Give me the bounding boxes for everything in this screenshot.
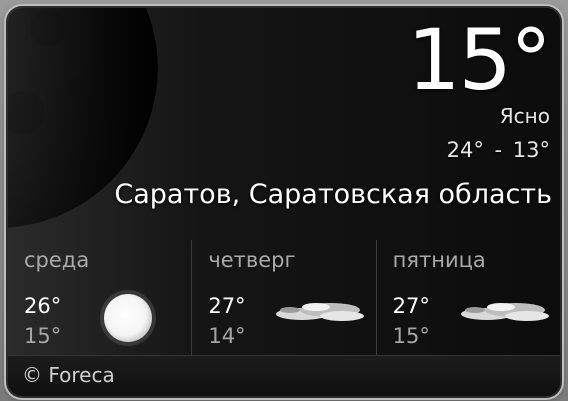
forecast-day: четверг 27° 14°	[191, 240, 375, 356]
forecast-day: пятница 27° 15°	[375, 240, 560, 356]
current-conditions: 15° Ясно 24° - 13°	[407, 11, 552, 164]
low-temperature: 15°	[24, 324, 62, 348]
day-name: среда	[24, 248, 90, 272]
low-temperature: 15°	[392, 324, 430, 348]
cloud-icon	[460, 303, 549, 321]
day-name: пятница	[392, 248, 486, 272]
foreca-credit-link[interactable]: © Foreca	[22, 363, 115, 387]
high-temperature: 26°	[24, 294, 62, 318]
location-label: Саратов, Саратовская область	[114, 179, 552, 210]
forecast-day: среда 26° 15°	[8, 240, 191, 356]
day-name: четверг	[208, 248, 296, 272]
high-temperature: 27°	[392, 294, 430, 318]
forecast-row: среда 26° 15° четверг 27° 14° пятница 27…	[8, 240, 560, 356]
temperature-range: 24° - 13°	[446, 138, 550, 162]
cloud-icon	[276, 303, 365, 321]
weather-gadget[interactable]: 15° Ясно 24° - 13° Саратов, Саратовская …	[8, 8, 560, 396]
high-temperature: 27°	[208, 294, 246, 318]
footer-bar: © Foreca	[8, 355, 560, 396]
low-temperature: 14°	[208, 324, 246, 348]
current-temperature: 15°	[407, 11, 552, 109]
sun-icon	[100, 290, 156, 346]
desktop-background: 15° Ясно 24° - 13° Саратов, Саратовская …	[0, 0, 568, 401]
